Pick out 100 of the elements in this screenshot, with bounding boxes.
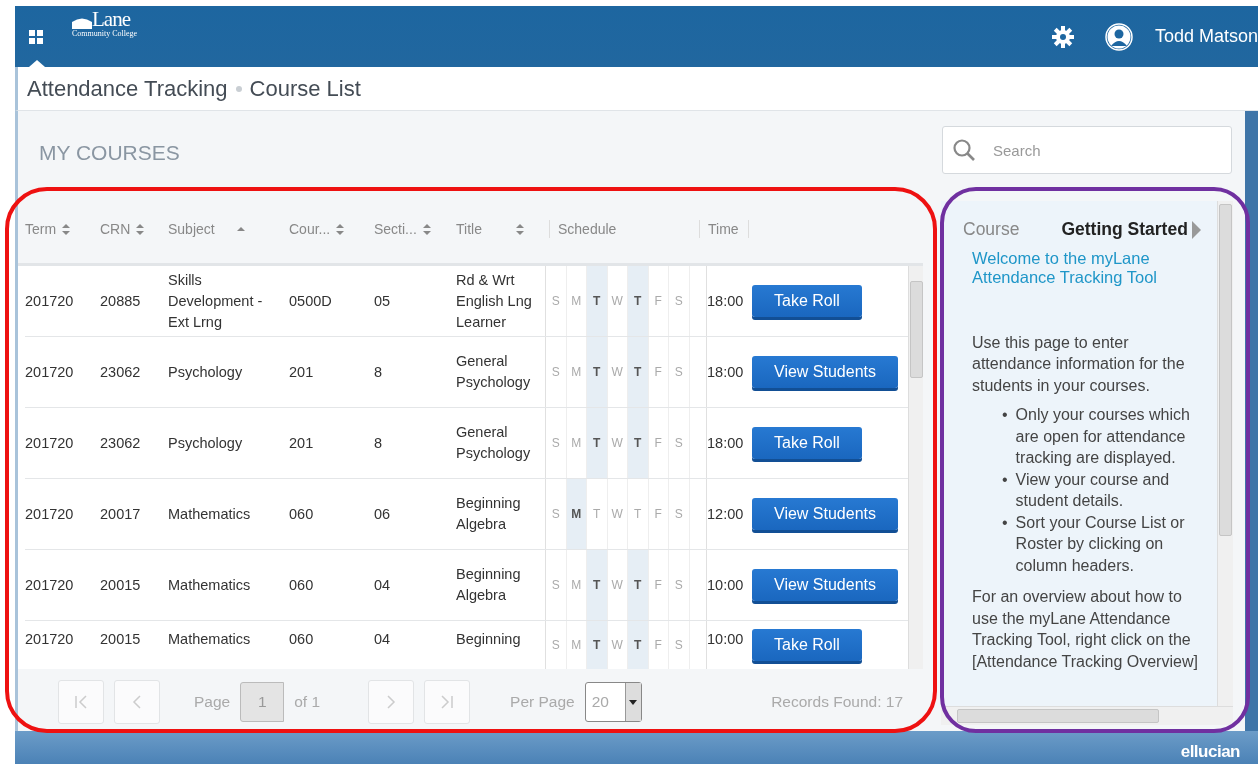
records-count: Records Found: 17 (771, 693, 903, 711)
vertical-scrollbar[interactable] (908, 266, 923, 669)
weekday-letter: M (566, 479, 587, 549)
building-icon (72, 17, 92, 29)
weekday-letter: S (669, 550, 690, 620)
crn-cell-text: 23062 (100, 433, 141, 453)
weekday-letter: S (669, 337, 690, 407)
apps-grid-icon[interactable] (28, 28, 44, 45)
weekday-letter: T (587, 550, 608, 620)
section-title: MY COURSES (39, 141, 180, 165)
sort-icon[interactable] (62, 223, 71, 235)
sort-icon[interactable] (336, 223, 345, 235)
subject-cell-text: Psychology (168, 362, 243, 382)
column-header[interactable]: Cour... (289, 221, 331, 237)
section-cell-text: 04 (374, 630, 391, 649)
weekday-letter: T (587, 337, 608, 407)
weekday-letter: T (628, 550, 649, 620)
column-header[interactable]: Title (456, 221, 482, 237)
course-cell-text: 201 (289, 362, 314, 382)
breadcrumb-item: Course List (249, 75, 361, 102)
logo-subtitle: Community College (72, 29, 138, 38)
sort-icon[interactable] (136, 223, 145, 235)
settings-icon[interactable] (1050, 24, 1075, 49)
weekday-letter: S (546, 550, 567, 620)
time-cell-text: 18:00 (707, 362, 744, 382)
weekday-letter: S (546, 621, 567, 669)
sort-icon[interactable] (422, 223, 431, 235)
help-intro: Use this page to enter attendance information for the students in your courses. (972, 332, 1186, 396)
column-header: Time (708, 221, 739, 237)
column-header[interactable]: CRN (100, 221, 131, 237)
sort-ascending-icon[interactable] (236, 226, 245, 232)
weekday-letter: F (648, 479, 669, 549)
weekday-letter: F (648, 337, 669, 407)
dropdown-caret-icon (629, 699, 638, 705)
help-tab[interactable]: Course (963, 219, 1020, 241)
title-cell-text: Beginning Algebra (456, 494, 522, 534)
weekday-letter: F (648, 266, 669, 336)
term-cell-text: 201720 (25, 291, 74, 311)
time-cell-text: 10:00 (707, 630, 744, 649)
crn-cell-text: 20015 (100, 630, 141, 649)
weekday-letter: T (587, 408, 608, 478)
horizontal-scrollbar[interactable] (941, 706, 1233, 725)
scroll-right-icon[interactable] (1191, 220, 1201, 239)
weekday-letter: T (587, 266, 608, 336)
row-action-button[interactable]: Take Roll (752, 427, 862, 459)
term-cell-text: 201720 (25, 433, 74, 453)
bullet-mark: • (1002, 405, 1008, 425)
row-action-button[interactable]: View Students (752, 498, 898, 530)
course-cell-text: 060 (289, 630, 314, 649)
term-cell-text: 201720 (25, 362, 74, 382)
sort-icon[interactable] (515, 223, 524, 235)
weekday-letter: F (648, 408, 669, 478)
title-cell-text: Rd & Wrt English Lng Learner (456, 270, 533, 332)
course-cell-text: 201 (289, 433, 314, 453)
section-cell-text: 04 (374, 575, 391, 595)
page-label: Page (194, 693, 231, 711)
last-page-icon (439, 694, 456, 710)
time-cell-text: 12:00 (707, 504, 744, 524)
title-cell-text: Beginning Algebra (456, 565, 522, 605)
breadcrumb-item[interactable]: Attendance Tracking (27, 75, 228, 102)
weekday-letter: T (628, 408, 649, 478)
help-bullet: Sort your Course List or Roster by clicking on column headers. (1015, 512, 1186, 576)
column-header[interactable]: Term (25, 221, 57, 237)
weekday-letter: S (669, 266, 690, 336)
weekday-letter: T (628, 266, 649, 336)
weekday-letter: S (546, 408, 567, 478)
time-cell-text: 10:00 (707, 575, 744, 595)
user-avatar-icon[interactable] (1104, 22, 1133, 51)
subject-cell-text: Psychology (168, 433, 243, 453)
subject-cell-text: Mathematics (168, 504, 251, 524)
section-cell-text: 8 (374, 433, 383, 453)
row-action-button[interactable]: View Students (752, 356, 898, 388)
time-cell-text: 18:00 (707, 291, 744, 311)
title-cell-text: General Psychology (456, 352, 532, 392)
weekday-letter: S (546, 479, 567, 549)
crn-cell-text: 23062 (100, 362, 141, 382)
row-action-button[interactable]: Take Roll (752, 285, 862, 317)
time-cell-text: 18:00 (707, 433, 744, 453)
weekday-letter: S (669, 479, 690, 549)
weekday-letter: T (628, 621, 649, 669)
term-cell-text: 201720 (25, 630, 74, 649)
per-page-label: Per Page (510, 693, 575, 711)
column-header[interactable]: Subject (168, 221, 215, 237)
course-cell-text: 060 (289, 504, 314, 524)
weekday-letter: W (607, 479, 628, 549)
help-tab[interactable]: Getting Started (1061, 219, 1188, 241)
vertical-scrollbar[interactable] (1217, 201, 1233, 706)
section-cell-text: 06 (374, 504, 391, 524)
search-icon (952, 138, 976, 162)
help-heading: Welcome to the myLane Attendance Tracking Tool (972, 248, 1158, 288)
row-action-button[interactable]: Take Roll (752, 629, 862, 661)
subject-cell-text: Skills Development - Ext Lrng (168, 270, 264, 332)
page-count: of 1 (294, 693, 321, 711)
search-field[interactable]: Search (942, 126, 1232, 174)
weekday-letter: F (648, 621, 669, 669)
user-name[interactable]: Todd Matson (1154, 26, 1258, 47)
row-action-button[interactable]: View Students (752, 569, 898, 601)
help-bullet: View your course and student details. (1015, 469, 1171, 511)
footer-brand: ellucian (1180, 742, 1240, 762)
column-header[interactable]: Secti... (374, 221, 417, 237)
